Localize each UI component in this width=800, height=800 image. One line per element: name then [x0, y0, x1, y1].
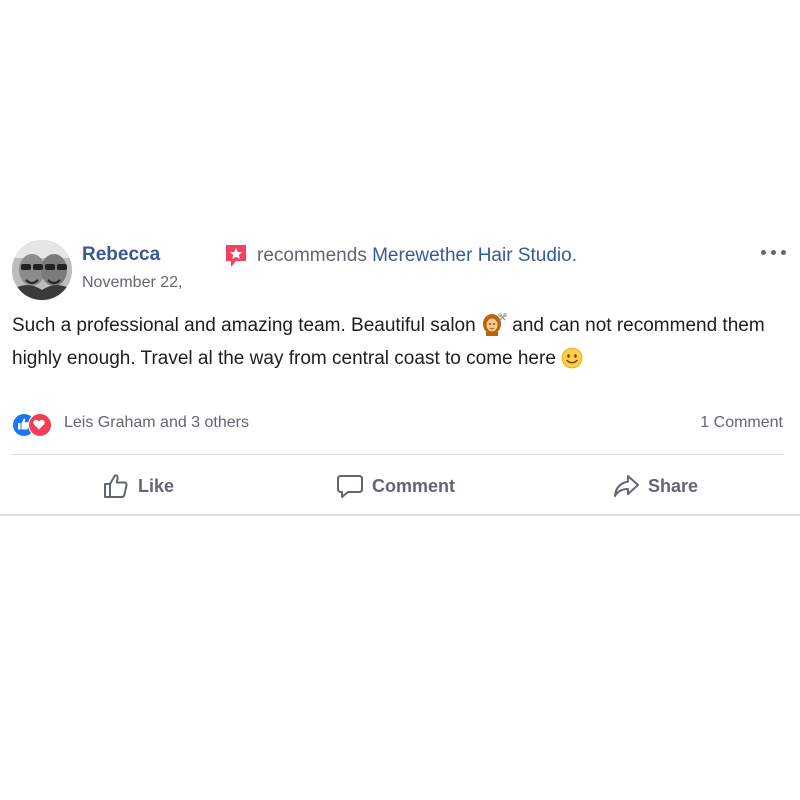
share-label: Share	[648, 475, 699, 496]
avatar[interactable]	[12, 240, 72, 300]
like-button[interactable]: Like	[102, 466, 174, 506]
post-text-part-1: Such a professional and amazing team. Be…	[12, 315, 476, 336]
love-reaction-icon	[28, 413, 52, 437]
recommend-verb: recommends	[257, 245, 367, 266]
recommendation-text: recommends Merewether Hair Studio.	[257, 245, 577, 267]
page-link[interactable]: Merewether Hair Studio.	[372, 245, 577, 266]
author-name[interactable]: Rebecca	[82, 244, 160, 266]
reaction-summary[interactable]: Leis Graham and 3 others	[64, 414, 249, 432]
divider	[12, 454, 784, 455]
woman-getting-haircut-icon	[481, 312, 507, 345]
slightly-smiling-face-icon	[561, 347, 583, 378]
comment-label: Comment	[372, 475, 456, 496]
comment-icon	[337, 475, 363, 498]
like-icon	[104, 474, 128, 498]
card-border	[0, 514, 800, 516]
comment-button[interactable]: Comment	[336, 466, 455, 506]
more-options-icon[interactable]	[760, 243, 788, 261]
recommendation-star-icon	[224, 243, 248, 269]
post-text: Such a professional and amazing team. Be…	[12, 312, 782, 378]
like-label: Like	[138, 475, 175, 496]
share-icon	[614, 475, 639, 497]
share-button[interactable]: Share	[612, 466, 698, 506]
post-timestamp[interactable]: November 22,	[82, 274, 183, 292]
comment-count[interactable]: 1 Comment	[700, 414, 783, 432]
